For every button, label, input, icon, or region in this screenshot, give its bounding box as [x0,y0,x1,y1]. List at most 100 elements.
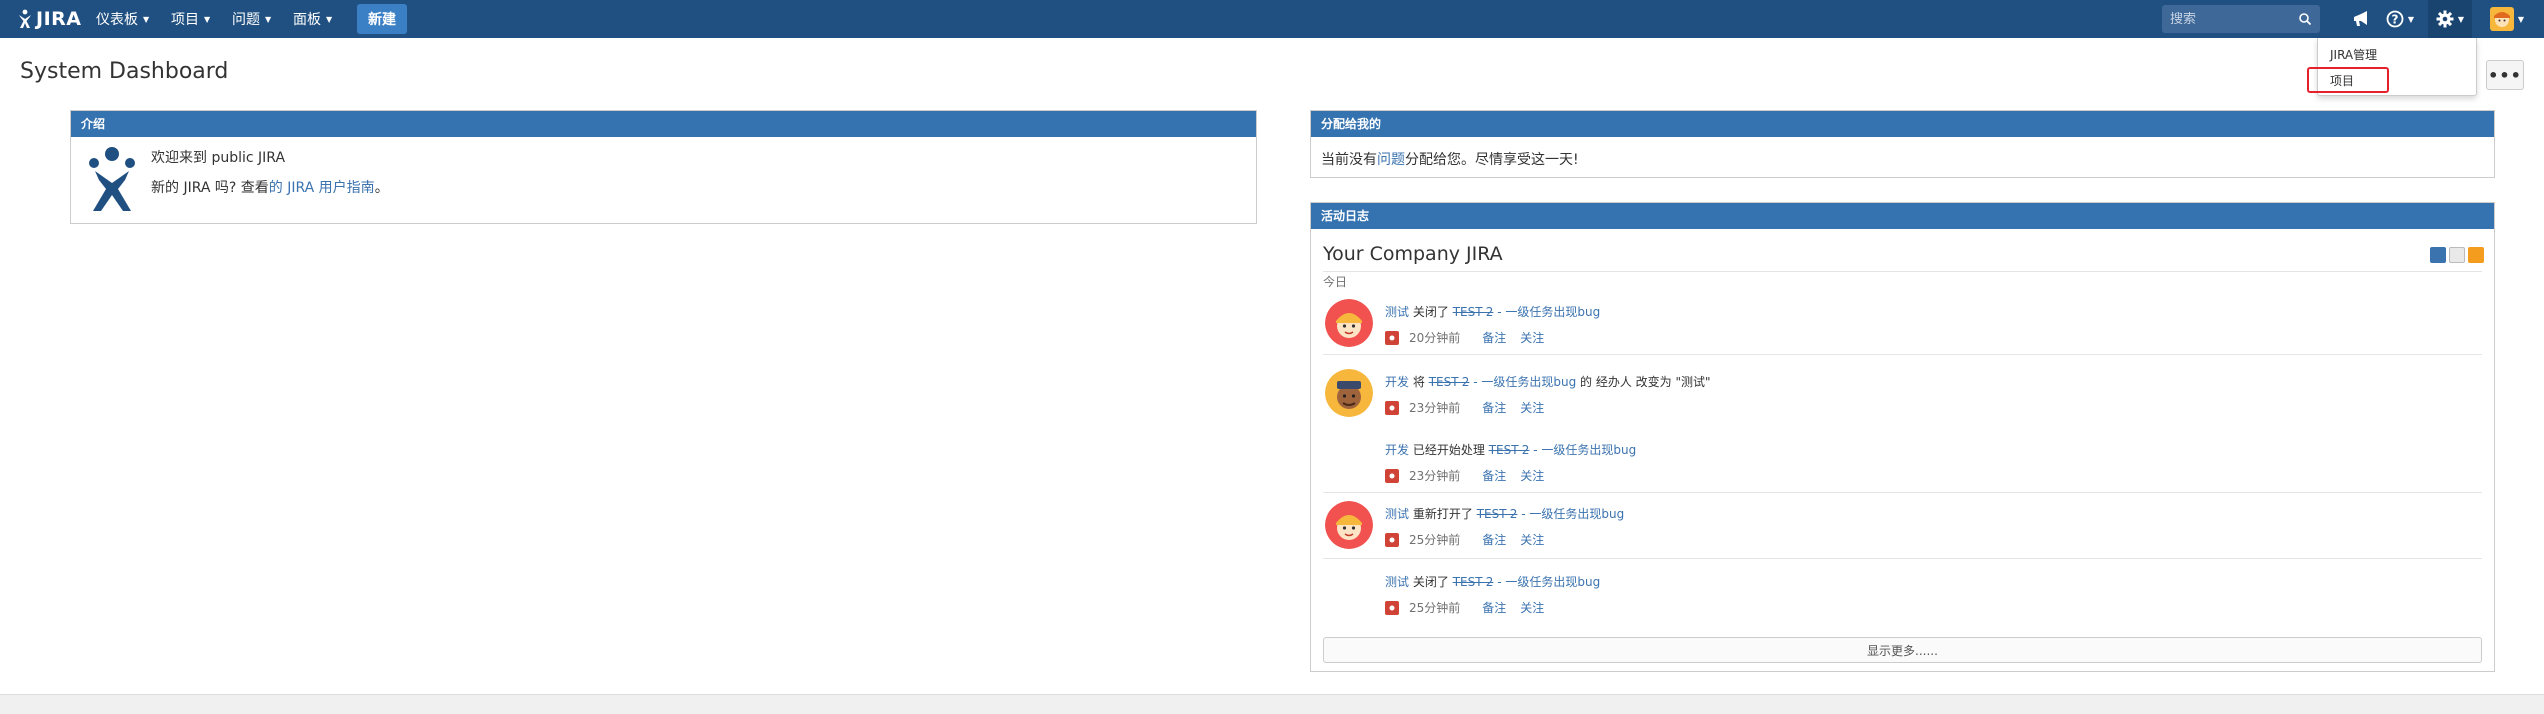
nav-boards[interactable]: 面板 ▼ [293,0,332,38]
jira-mascot-icon [89,147,135,211]
nav-projects[interactable]: 项目 ▼ [171,0,210,38]
issue-summary-link[interactable]: - 一级任务出现bug [1493,575,1600,589]
activity-time: 25分钟前 [1409,533,1461,547]
top-navigation-bar: JIRA 仪表板 ▼ 项目 ▼ 问题 ▼ 面板 ▼ 新建 ? ▼ [0,0,2544,38]
nav-projects-label: 项目 [171,12,199,28]
menu-item-jira-admin[interactable]: JIRA管理 [2330,46,2377,63]
activity-stream-title: Your Company JIRA [1323,243,1503,265]
feedback-button[interactable] [2348,0,2374,38]
jira-logo[interactable]: JIRA [18,6,81,32]
svg-text:?: ? [2391,13,2398,27]
activity-entry: 测试 关闭了 TEST-2 - 一级任务出现bug 25分钟前 备注 关注 [1323,565,2482,627]
activity-entry: 开发 已经开始处理 TEST-2 - 一级任务出现bug 23分钟前 备注 关注 [1323,431,2482,493]
issues-link[interactable]: 问题 [1377,152,1405,168]
divider [1323,271,2482,272]
watch-link[interactable]: 关注 [1520,467,1544,484]
watch-link[interactable]: 关注 [1520,531,1544,548]
list-view-icon[interactable] [2449,247,2465,263]
full-view-icon[interactable] [2430,247,2446,263]
quick-search[interactable] [2162,5,2320,33]
date-group-label: 今日 [1323,275,1348,289]
help-menu[interactable]: ? ▼ [2382,0,2418,38]
issue-key-link[interactable]: TEST-2 [1453,575,1494,589]
create-button[interactable]: 新建 [357,4,407,34]
activity-meta: 25分钟前 备注 关注 [1385,599,1544,616]
activity-meta: 23分钟前 备注 关注 [1385,467,1544,484]
highlight-box [2307,67,2389,93]
rss-feed-icon[interactable] [2468,247,2484,263]
gadget-title: 活动日志 [1311,203,2494,229]
chevron-down-icon: ▼ [2457,14,2465,24]
activity-time: 25分钟前 [1409,601,1461,615]
chevron-down-icon: ▼ [265,14,272,24]
gadget-title: 介绍 [71,111,1256,137]
activity-verb: 关闭了 [1412,575,1449,589]
nav-dashboards[interactable]: 仪表板 ▼ [96,0,149,38]
assigned-prefix: 当前没有 [1321,152,1377,168]
activity-text: 测试 关闭了 TEST-2 - 一级任务出现bug [1385,573,1600,590]
bug-type-icon [1385,532,1399,547]
activity-entry: 测试 重新打开了 TEST-2 - 一级任务出现bug 25分钟前 备注 关注 [1323,495,2482,559]
divider [1323,558,2482,559]
admin-menu-trigger[interactable]: ▼ [2428,0,2472,38]
watch-link[interactable]: 关注 [1520,599,1544,616]
more-actions-button[interactable]: ••• [2486,60,2524,90]
watch-link[interactable]: 关注 [1520,329,1544,346]
activity-verb: 关闭了 [1412,305,1449,319]
activity-time: 23分钟前 [1409,469,1461,483]
issue-key-link[interactable]: TEST-2 [1477,507,1518,521]
divider [1323,354,2482,355]
gadget-title: 分配给我的 [1311,111,2494,137]
bug-type-icon [1385,468,1399,483]
activity-verb: 将 [1412,375,1425,389]
nav-boards-label: 面板 [293,12,321,28]
activity-verb: 重新打开了 [1412,507,1473,521]
chevron-down-icon: ▼ [326,14,333,24]
activity-time: 23分钟前 [1409,401,1461,415]
show-more-button[interactable]: 显示更多...... [1323,637,2482,663]
activity-meta: 25分钟前 备注 关注 [1385,531,1544,548]
issue-summary-link[interactable]: - 一级任务出现bug [1529,443,1636,457]
actor-link[interactable]: 测试 [1385,305,1409,319]
assigned-to-me-gadget: 分配给我的 当前没有问题分配给您。尽情享受这一天! [1310,110,2495,178]
comment-link[interactable]: 备注 [1482,599,1506,616]
user-profile-menu[interactable]: ▼ [2484,0,2530,38]
developer-avatar-icon[interactable] [1325,369,1373,417]
activity-stream-gadget: 活动日志 Your Company JIRA 今日 测试 关闭了 TEST-2 … [1310,202,2495,672]
issue-summary-link[interactable]: - 一级任务出现bug [1517,507,1624,521]
jira-logo-icon [19,9,31,28]
comment-link[interactable]: 备注 [1482,329,1506,346]
page-title: System Dashboard [20,59,229,84]
issue-key-link[interactable]: TEST-2 [1429,375,1470,389]
actor-link[interactable]: 测试 [1385,575,1409,589]
actor-link[interactable]: 开发 [1385,375,1409,389]
new-user-prefix: 新的 JIRA 吗? 查看 [151,180,269,196]
user-guide-link[interactable]: 的 JIRA 用户指南 [269,180,375,196]
issue-summary-link[interactable]: - 一级任务出现bug [1493,305,1600,319]
issue-summary-link[interactable]: - 一级任务出现bug [1469,375,1576,389]
bug-type-icon [1385,330,1399,345]
watch-link[interactable]: 关注 [1520,399,1544,416]
new-user-line: 新的 JIRA 吗? 查看的 JIRA 用户指南。 [151,177,389,197]
tester-avatar-icon[interactable] [1325,299,1373,347]
search-input[interactable] [2170,11,2298,27]
bug-type-icon [1385,400,1399,415]
tester-avatar-icon[interactable] [1325,501,1373,549]
comment-link[interactable]: 备注 [1482,399,1506,416]
comment-link[interactable]: 备注 [1482,467,1506,484]
activity-verb: 已经开始处理 [1412,443,1485,457]
user-avatar-icon [2489,7,2514,31]
page-footer [0,694,2544,714]
actor-link[interactable]: 开发 [1385,443,1409,457]
issue-key-link[interactable]: TEST-2 [1489,443,1530,457]
chevron-down-icon: ▼ [143,14,150,24]
actor-link[interactable]: 测试 [1385,507,1409,521]
activity-text: 开发 将 TEST-2 - 一级任务出现bug 的 经办人 改变为 "测试" [1385,373,1711,390]
issue-key-link[interactable]: TEST-2 [1453,305,1494,319]
activity-time: 20分钟前 [1409,331,1461,345]
nav-issues[interactable]: 问题 ▼ [232,0,271,38]
bug-type-icon [1385,600,1399,615]
search-icon[interactable] [2298,12,2312,26]
comment-link[interactable]: 备注 [1482,531,1506,548]
activity-text: 测试 重新打开了 TEST-2 - 一级任务出现bug [1385,505,1624,522]
